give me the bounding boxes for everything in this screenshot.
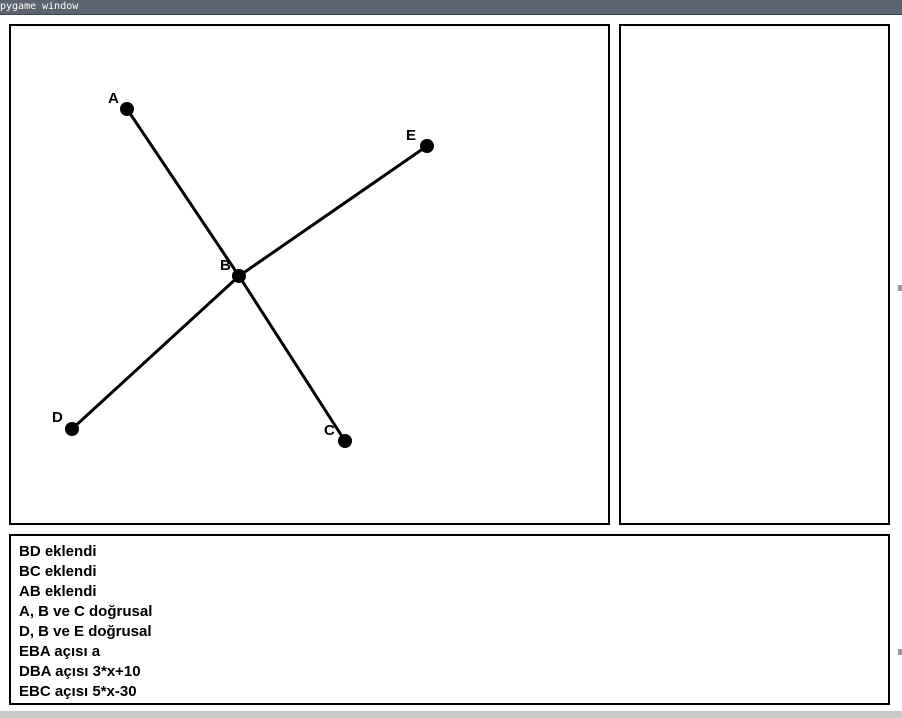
point-b[interactable]: [232, 269, 246, 283]
log-panel-edge-marker: [898, 649, 902, 655]
message-log-list: BD eklendi BC eklendi AB eklendi A, B ve…: [19, 542, 152, 702]
point-e[interactable]: [420, 139, 434, 153]
side-panel[interactable]: [619, 24, 890, 525]
log-line: D, B ve E doğrusal: [19, 623, 152, 640]
side-panel-edge-marker: [898, 285, 902, 291]
drawing-canvas-panel[interactable]: [9, 24, 610, 525]
log-line: BD eklendi: [19, 543, 97, 560]
point-d[interactable]: [65, 422, 79, 436]
log-line: EBA açısı a: [19, 643, 101, 660]
message-log-panel: BD eklendi BC eklendi AB eklendi A, B ve…: [9, 534, 890, 705]
window-titlebar[interactable]: pygame window: [0, 0, 902, 15]
window-bottom-edge: [0, 711, 902, 718]
log-line: AB eklendi: [19, 583, 97, 600]
window-title: pygame window: [0, 1, 79, 12]
log-line: EBC açısı 5*x-30: [19, 683, 137, 700]
log-line: A, B ve C doğrusal: [19, 603, 153, 620]
point-a[interactable]: [120, 102, 134, 116]
log-line: BC eklendi: [19, 563, 97, 580]
log-line: DBA açısı 3*x+10: [19, 663, 141, 680]
point-c[interactable]: [338, 434, 352, 448]
